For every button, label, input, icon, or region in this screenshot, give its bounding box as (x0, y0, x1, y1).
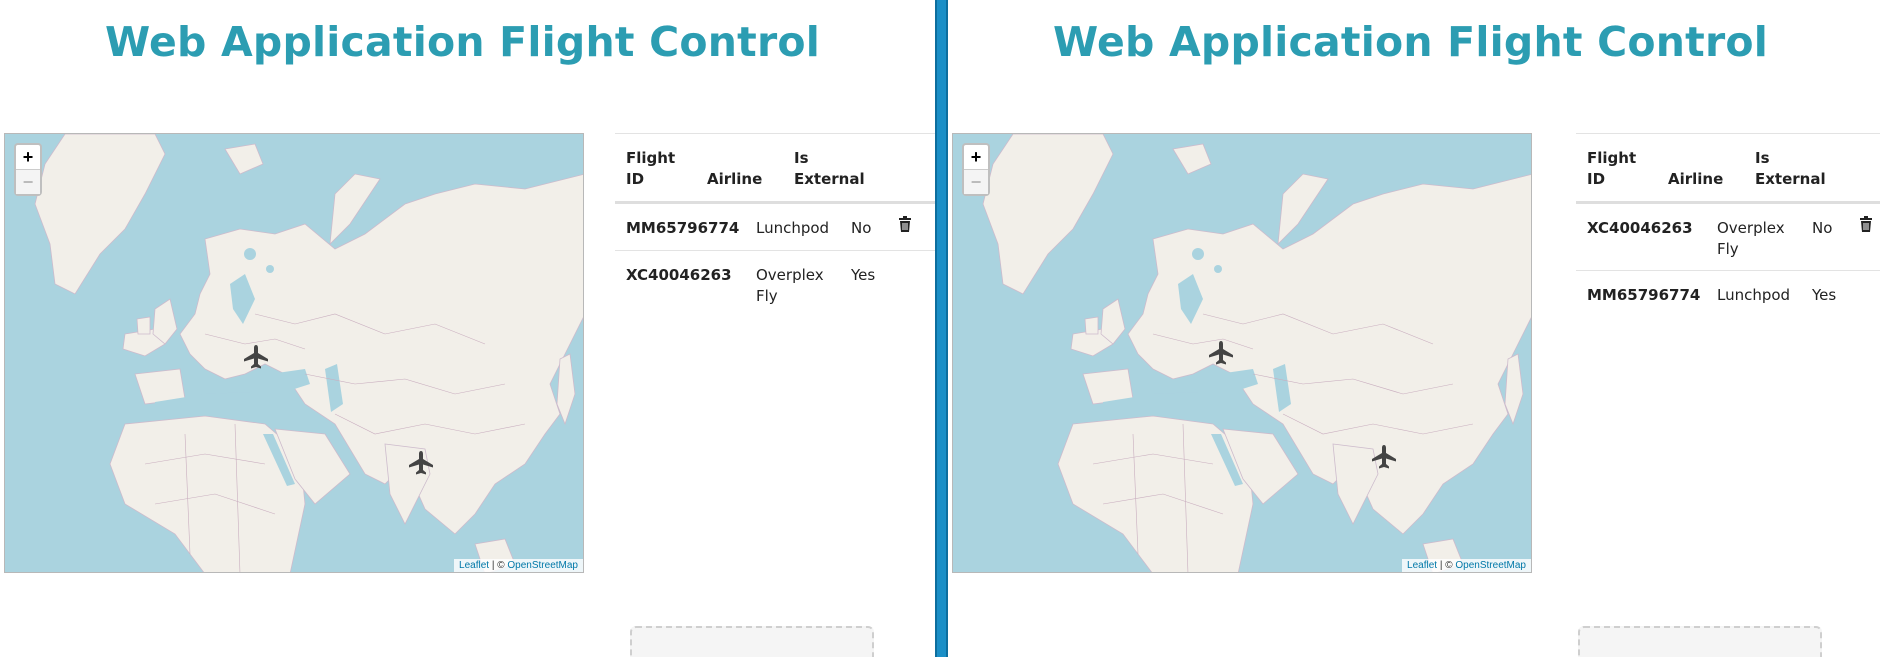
zoom-control: + − (962, 143, 990, 196)
table-row[interactable]: MM65796774 Lunchpod Yes (1576, 271, 1880, 317)
zoom-in-button[interactable]: + (964, 145, 988, 169)
zoom-control: + − (14, 143, 42, 196)
table-row[interactable]: XC40046263 Overplex Fly Yes (615, 251, 935, 317)
map-attribution: Leaflet | © OpenStreetMap (1402, 559, 1531, 572)
flights-table: Flight ID Airline Is External MM65796774… (615, 133, 935, 317)
openstreetmap-link[interactable]: OpenStreetMap (507, 560, 578, 571)
flight-id-cell: XC40046263 (626, 266, 732, 284)
left-app-window: Web Application Flight Control + − Leafl… (0, 0, 935, 657)
header-is-external: Is External (1755, 149, 1826, 188)
map-attribution: Leaflet | © OpenStreetMap (454, 559, 583, 572)
flight-map[interactable]: + − Leaflet | © OpenStreetMap (4, 133, 584, 573)
page-title: Web Application Flight Control (1053, 18, 1768, 66)
window-divider (935, 0, 948, 657)
table-header: Flight ID Airline Is External (615, 134, 935, 204)
zoom-in-button[interactable]: + (16, 145, 40, 169)
flight-id-cell: MM65796774 (626, 219, 740, 237)
airplane-icon[interactable] (1208, 340, 1234, 366)
airplane-icon[interactable] (1371, 444, 1397, 470)
world-map-tiles (953, 134, 1531, 572)
airline-cell: Overplex Fly (756, 266, 824, 305)
header-flight-id: Flight ID (626, 149, 676, 188)
leaflet-link[interactable]: Leaflet (1407, 560, 1437, 571)
airline-cell: Overplex Fly (1717, 219, 1785, 258)
flight-id-cell: MM65796774 (1587, 286, 1701, 304)
airline-cell: Lunchpod (756, 219, 830, 237)
is-external-cell: Yes (1812, 286, 1837, 304)
header-flight-id: Flight ID (1587, 149, 1637, 188)
table-row[interactable]: MM65796774 Lunchpod No (615, 204, 935, 251)
attribution-separator: | © (1437, 560, 1456, 571)
flight-id-cell: XC40046263 (1587, 219, 1693, 237)
table-row[interactable]: XC40046263 Overplex Fly No (1576, 204, 1880, 271)
is-external-cell: Yes (851, 266, 876, 284)
openstreetmap-link[interactable]: OpenStreetMap (1455, 560, 1526, 571)
header-airline: Airline (1668, 170, 1724, 188)
is-external-cell: No (1812, 219, 1833, 237)
is-external-cell: No (851, 219, 872, 237)
airplane-icon[interactable] (408, 450, 434, 476)
flights-table: Flight ID Airline Is External XC40046263… (1576, 133, 1880, 317)
page-title: Web Application Flight Control (105, 18, 820, 66)
zoom-out-button[interactable]: − (16, 169, 40, 194)
attribution-separator: | © (489, 560, 508, 571)
zoom-out-button[interactable]: − (964, 169, 988, 194)
right-app-window: Web Application Flight Control + − Leafl… (948, 0, 1880, 657)
file-drop-zone[interactable] (1578, 626, 1822, 657)
file-drop-zone[interactable] (630, 626, 874, 657)
airplane-icon[interactable] (243, 344, 269, 370)
world-map-tiles (5, 134, 583, 572)
table-header: Flight ID Airline Is External (1576, 134, 1880, 204)
trash-icon[interactable] (1859, 216, 1873, 232)
header-is-external: Is External (794, 149, 865, 188)
airline-cell: Lunchpod (1717, 286, 1791, 304)
header-airline: Airline (707, 170, 763, 188)
trash-icon[interactable] (898, 216, 912, 232)
flight-map[interactable]: + − Leaflet | © OpenStreetMap (952, 133, 1532, 573)
leaflet-link[interactable]: Leaflet (459, 560, 489, 571)
